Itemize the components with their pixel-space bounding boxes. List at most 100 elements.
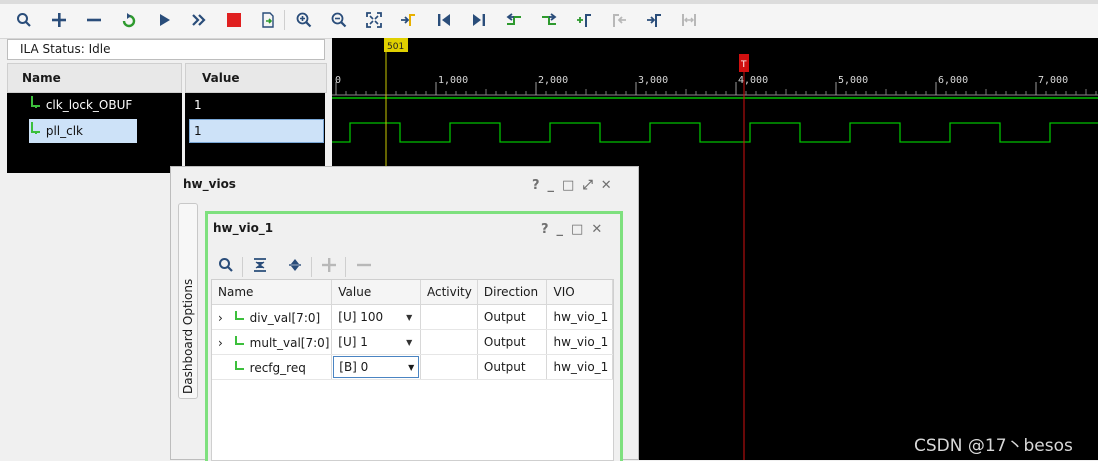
search-icon[interactable] [216,255,236,275]
probe-value: [U] 100 [338,310,384,324]
add-marker-icon[interactable] [574,10,594,30]
probe-activity [420,354,478,380]
table-row[interactable]: › div_val[7:0] [U] 100 ▼ Output hw_vio_1 [212,304,613,330]
zoom-out-icon[interactable] [329,10,349,30]
probe-name: div_val[7:0] [249,310,321,325]
ruler-label: 4,000 [738,75,768,86]
ila-status-value: Idle [88,42,111,56]
probe-value-dropdown[interactable]: [U] 100 ▼ [338,310,416,324]
go-to-last-time-icon[interactable] [469,10,489,30]
cursor-label: 501 [387,42,404,52]
expand-icon[interactable]: › [218,311,230,325]
ruler-label: 6,000 [938,75,968,86]
vio-column-header[interactable]: VIO [546,280,613,305]
name-column-header[interactable]: Name [7,63,182,93]
ila-status-label: ILA Status: [20,42,85,56]
hw-vios-window: hw_vios ? _ □ ⤢ ✕ Dashboard Options hw_v… [170,166,639,461]
hw-vios-title: hw_vios [183,177,236,191]
zoom-fit-icon[interactable] [364,10,384,30]
hw-vios-window-controls: ? _ □ ⤢ ✕ [532,178,612,193]
refresh-icon[interactable] [119,10,139,30]
selected-value-highlight [189,119,324,143]
toolbar-separator [311,257,312,277]
ruler-label: 0 [335,75,341,86]
chevron-down-icon: ▼ [406,337,413,347]
watermark: CSDN @17丶besos [914,436,1073,456]
previous-marker-icon [609,10,629,30]
close-icon[interactable]: ✕ [601,178,612,193]
minimize-icon[interactable]: _ [548,178,555,193]
table-header-row: Name Value Activity Direction VIO [212,280,613,305]
remove-probe-icon [354,255,374,275]
probe-direction: Output [477,354,548,380]
probe-direction: Output [477,304,548,330]
probe-vio: hw_vio_1 [546,329,613,355]
close-icon[interactable]: ✕ [591,222,602,237]
help-icon[interactable]: ? [532,178,540,193]
activity-column-header[interactable]: Activity [420,280,478,305]
probe-value-dropdown[interactable]: [B] 0 ▼ [333,356,420,378]
vio-toolbar [208,252,620,278]
dashboard-options-tab[interactable]: Dashboard Options [178,203,198,399]
swap-cursors-icon [679,10,699,30]
probe-direction: Output [477,329,548,355]
maximize-icon[interactable]: □ [562,178,574,193]
value-column-header[interactable]: Value [185,63,327,93]
ruler-label: 1,000 [438,75,468,86]
vio-probe-table: Name Value Activity Direction VIO › div_… [211,279,614,461]
probe-name: mult_val[7:0] [249,335,330,350]
toolbar-separator [284,10,285,30]
next-transition-icon[interactable] [539,10,559,30]
signal-name: pll_clk [45,124,83,138]
ruler-label: 5,000 [838,75,868,86]
signal-row-pll-clk[interactable]: pll_clk [30,120,83,142]
chevron-down-icon: ▼ [408,362,415,372]
search-icon[interactable] [14,10,34,30]
probe-value: [U] 1 [338,335,368,349]
name-column-header[interactable]: Name [212,280,333,305]
minimize-icon[interactable]: _ [557,222,564,237]
help-icon[interactable]: ? [541,222,549,237]
signal-value: 1 [194,124,202,138]
add-icon[interactable] [49,10,69,30]
probe-vio: hw_vio_1 [546,304,613,330]
probe-value-dropdown[interactable]: [U] 1 ▼ [338,335,416,349]
ruler-label: 2,000 [538,75,568,86]
go-to-time-zero-icon[interactable] [434,10,454,30]
collapse-all-icon[interactable] [250,255,270,275]
previous-transition-icon[interactable] [504,10,524,30]
add-probe-icon [319,255,339,275]
table-row[interactable]: › mult_val[7:0] [U] 1 ▼ Output hw_vio_1 [212,329,613,355]
trigger-marker: T [740,60,747,70]
hw-vio-1-window-controls: ? _ □ ✕ [541,222,602,237]
toolbar-separator [242,257,243,277]
maximize-icon[interactable]: □ [571,222,583,237]
signal-icon [234,360,246,375]
float-icon[interactable]: ⤢ [582,178,592,193]
probe-name: recfg_req [249,360,306,375]
remove-icon[interactable] [84,10,104,30]
run-immediate-icon[interactable] [189,10,209,30]
signal-icon [234,310,246,325]
signal-row-clk-lock[interactable]: clk_lock_OBUF [30,94,132,116]
expand-all-icon[interactable] [285,255,305,275]
value-column-header[interactable]: Value [331,280,421,305]
go-to-cursor-icon[interactable] [398,10,418,30]
toolbar [0,0,1098,39]
table-row[interactable]: recfg_req [B] 0 ▼ Output hw_vio_1 [212,354,613,380]
export-icon[interactable] [258,10,278,30]
signal-icon [30,96,42,112]
expand-icon[interactable]: › [218,336,230,350]
zoom-in-icon[interactable] [294,10,314,30]
run-icon[interactable] [154,10,174,30]
hw-vio-1-panel: hw_vio_1 ? _ □ ✕ Name Value Activity Dir… [205,211,623,461]
probe-activity [420,304,478,330]
probe-value: [B] 0 [339,360,369,374]
stop-icon[interactable] [224,10,244,30]
toolbar-separator [345,257,346,277]
dashboard-options-label: Dashboard Options [181,278,195,394]
next-marker-icon[interactable] [644,10,664,30]
ila-status-box: ILA Status: Idle [7,39,325,60]
direction-column-header[interactable]: Direction [477,280,548,305]
signal-value: 1 [194,98,202,112]
